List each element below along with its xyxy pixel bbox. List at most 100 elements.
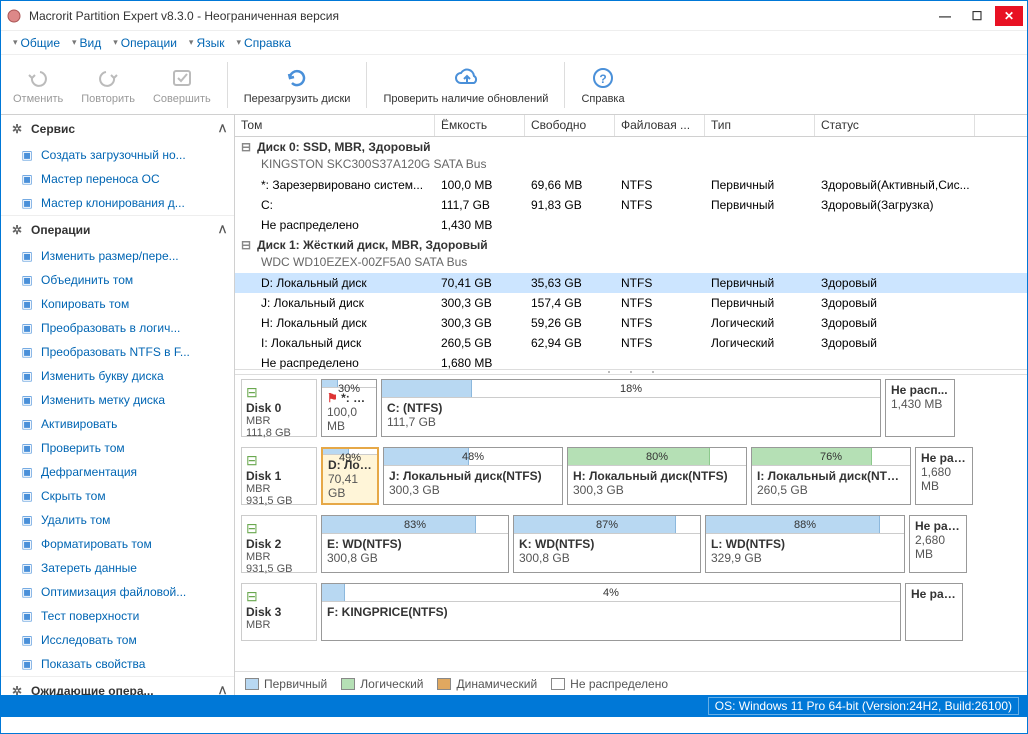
- action-icon: ▣: [19, 344, 35, 360]
- toolbar-reload-button[interactable]: Перезагрузить диски: [238, 63, 357, 107]
- menu-операции[interactable]: ▾Операции: [109, 34, 181, 52]
- action-icon: ▣: [19, 560, 35, 576]
- col-header[interactable]: Свободно: [525, 115, 615, 136]
- sidebar-item[interactable]: ▣Копировать том: [1, 292, 234, 316]
- toolbar-cloud-button[interactable]: Проверить наличие обновлений: [377, 63, 554, 107]
- partition-block[interactable]: 88%L: WD(NTFS)329,9 GB: [705, 515, 905, 573]
- partition-block[interactable]: Не расп...1,680 MB: [915, 447, 973, 505]
- svg-text:?: ?: [599, 72, 606, 86]
- disk-header[interactable]: ⊟Диск 0: SSD, MBR, Здоровый: [235, 137, 1027, 157]
- toolbar-redo-button: Повторить: [75, 63, 141, 107]
- legend: ПервичныйЛогическийДинамическийНе распре…: [235, 671, 1027, 695]
- table-row[interactable]: J: Локальный диск300,3 GB157,4 GBNTFSПер…: [235, 293, 1027, 313]
- col-header[interactable]: Ёмкость: [435, 115, 525, 136]
- sidebar-item[interactable]: ▣Форматировать том: [1, 532, 234, 556]
- app-icon: [5, 7, 23, 25]
- sidebar-item[interactable]: ▣Скрыть том: [1, 484, 234, 508]
- sidebar-item[interactable]: ▣Создать загрузочный но...: [1, 143, 234, 167]
- sidebar-item[interactable]: ▣Показать свойства: [1, 652, 234, 676]
- sidebar-group-1[interactable]: ✲Операцииᐱ: [1, 216, 234, 244]
- action-icon: ▣: [19, 296, 35, 312]
- minimize-button[interactable]: —: [931, 6, 959, 26]
- sidebar-item[interactable]: ▣Исследовать том: [1, 628, 234, 652]
- volume-list[interactable]: ⊟Диск 0: SSD, MBR, ЗдоровыйKINGSTON SKC3…: [235, 137, 1027, 369]
- disk-icon: ⊟: [246, 588, 312, 605]
- menu-вид[interactable]: ▾Вид: [68, 34, 105, 52]
- table-row[interactable]: *: Зарезервировано систем...100,0 MB69,6…: [235, 175, 1027, 195]
- table-row[interactable]: C:111,7 GB91,83 GBNTFSПервичныйЗдоровый(…: [235, 195, 1027, 215]
- toolbar-commit-button: Совершить: [147, 63, 217, 107]
- partition-block[interactable]: 30%⚑ *: За...100,0 MB: [321, 379, 377, 437]
- disk-icon: ⊟: [241, 140, 251, 154]
- action-icon: ▣: [19, 416, 35, 432]
- menu-язык[interactable]: ▾Язык: [185, 34, 229, 52]
- diskmap-label[interactable]: ⊟Disk 2MBR931,5 GB: [241, 515, 317, 573]
- col-header[interactable]: Файловая ...: [615, 115, 705, 136]
- action-icon: ▣: [19, 512, 35, 528]
- table-row[interactable]: H: Локальный диск300,3 GB59,26 GBNTFSЛог…: [235, 313, 1027, 333]
- statusbar: OS: Windows 11 Pro 64-bit (Version:24H2,…: [1, 695, 1027, 717]
- sidebar-item[interactable]: ▣Объединить том: [1, 268, 234, 292]
- sidebar-item[interactable]: ▣Дефрагментация: [1, 460, 234, 484]
- menu-общие[interactable]: ▾Общие: [9, 34, 64, 52]
- diskmap-row: ⊟Disk 3MBR4%F: KINGPRICE(NTFS)Не расп...: [241, 583, 1021, 641]
- partition-block[interactable]: 18%C: (NTFS)111,7 GB: [381, 379, 881, 437]
- table-row[interactable]: Не распределено1,430 MB: [235, 215, 1027, 235]
- disk-icon: ⊟: [241, 238, 251, 252]
- partition-block[interactable]: 49%D: Лока...70,41 GB: [321, 447, 379, 505]
- partition-block[interactable]: Не расп...2,680 MB: [909, 515, 967, 573]
- sidebar-item[interactable]: ▣Проверить том: [1, 436, 234, 460]
- sidebar-group-0[interactable]: ✲Сервисᐱ: [1, 115, 234, 143]
- disk-model: KINGSTON SKC300S37A120G SATA Bus: [235, 157, 1027, 175]
- partition-block[interactable]: 80%H: Локальный диск(NTFS)300,3 GB: [567, 447, 747, 505]
- sidebar-item[interactable]: ▣Мастер клонирования д...: [1, 191, 234, 215]
- diskmap-row: ⊟Disk 0MBR111,8 GB30%⚑ *: За...100,0 MB1…: [241, 379, 1021, 437]
- sidebar: ✲Сервисᐱ▣Создать загрузочный но...▣Масте…: [1, 115, 235, 695]
- sidebar-item[interactable]: ▣Затереть данные: [1, 556, 234, 580]
- col-header[interactable]: Тип: [705, 115, 815, 136]
- sidebar-item[interactable]: ▣Удалить том: [1, 508, 234, 532]
- sidebar-item[interactable]: ▣Преобразовать NTFS в F...: [1, 340, 234, 364]
- maximize-button[interactable]: ☐: [963, 6, 991, 26]
- partition-block[interactable]: 48%J: Локальный диск(NTFS)300,3 GB: [383, 447, 563, 505]
- action-icon: ▣: [19, 584, 35, 600]
- sidebar-item[interactable]: ▣Оптимизация файловой...: [1, 580, 234, 604]
- diskmap-label[interactable]: ⊟Disk 0MBR111,8 GB: [241, 379, 317, 437]
- col-header[interactable]: Том: [235, 115, 435, 136]
- partition-block[interactable]: 4%F: KINGPRICE(NTFS): [321, 583, 901, 641]
- action-icon: ▣: [19, 248, 35, 264]
- menu-справка[interactable]: ▾Справка: [233, 34, 296, 52]
- action-icon: ▣: [19, 536, 35, 552]
- disk-map[interactable]: ⊟Disk 0MBR111,8 GB30%⚑ *: За...100,0 MB1…: [235, 375, 1027, 671]
- diskmap-label[interactable]: ⊟Disk 1MBR931,5 GB: [241, 447, 317, 505]
- status-os: OS: Windows 11 Pro 64-bit (Version:24H2,…: [708, 697, 1019, 715]
- toolbar-help-button[interactable]: ?Справка: [575, 63, 630, 107]
- partition-block[interactable]: 83%E: WD(NTFS)300,8 GB: [321, 515, 509, 573]
- help-icon: ?: [590, 65, 616, 91]
- col-header[interactable]: Статус: [815, 115, 975, 136]
- table-row[interactable]: D: Локальный диск70,41 GB35,63 GBNTFSПер…: [235, 273, 1027, 293]
- diskmap-row: ⊟Disk 1MBR931,5 GB49%D: Лока...70,41 GB4…: [241, 447, 1021, 505]
- diskmap-row: ⊟Disk 2MBR931,5 GB83%E: WD(NTFS)300,8 GB…: [241, 515, 1021, 573]
- sidebar-item[interactable]: ▣Изменить букву диска: [1, 364, 234, 388]
- partition-block[interactable]: 87%K: WD(NTFS)300,8 GB: [513, 515, 701, 573]
- disk-header[interactable]: ⊟Диск 1: Жёсткий диск, MBR, Здоровый: [235, 235, 1027, 255]
- partition-block[interactable]: Не расп...: [905, 583, 963, 641]
- undo-icon: [25, 65, 51, 91]
- sidebar-item[interactable]: ▣Преобразовать в логич...: [1, 316, 234, 340]
- table-row[interactable]: I: Локальный диск260,5 GB62,94 GBNTFSЛог…: [235, 333, 1027, 353]
- sidebar-item[interactable]: ▣Мастер переноса ОС: [1, 167, 234, 191]
- action-icon: ▣: [19, 147, 35, 163]
- sidebar-item[interactable]: ▣Изменить метку диска: [1, 388, 234, 412]
- table-row[interactable]: Не распределено1,680 MB: [235, 353, 1027, 369]
- sidebar-item[interactable]: ▣Изменить размер/пере...: [1, 244, 234, 268]
- diskmap-label[interactable]: ⊟Disk 3MBR: [241, 583, 317, 641]
- sidebar-item[interactable]: ▣Тест поверхности: [1, 604, 234, 628]
- sidebar-group-2[interactable]: ✲Ожидающие опера...ᐱ: [1, 677, 234, 695]
- legend-item: Не распределено: [551, 677, 668, 691]
- close-button[interactable]: ✕: [995, 6, 1023, 26]
- gear-icon: ✲: [9, 683, 25, 695]
- sidebar-item[interactable]: ▣Активировать: [1, 412, 234, 436]
- partition-block[interactable]: 76%I: Локальный диск(NTFS)260,5 GB: [751, 447, 911, 505]
- partition-block[interactable]: Не расп...1,430 MB: [885, 379, 955, 437]
